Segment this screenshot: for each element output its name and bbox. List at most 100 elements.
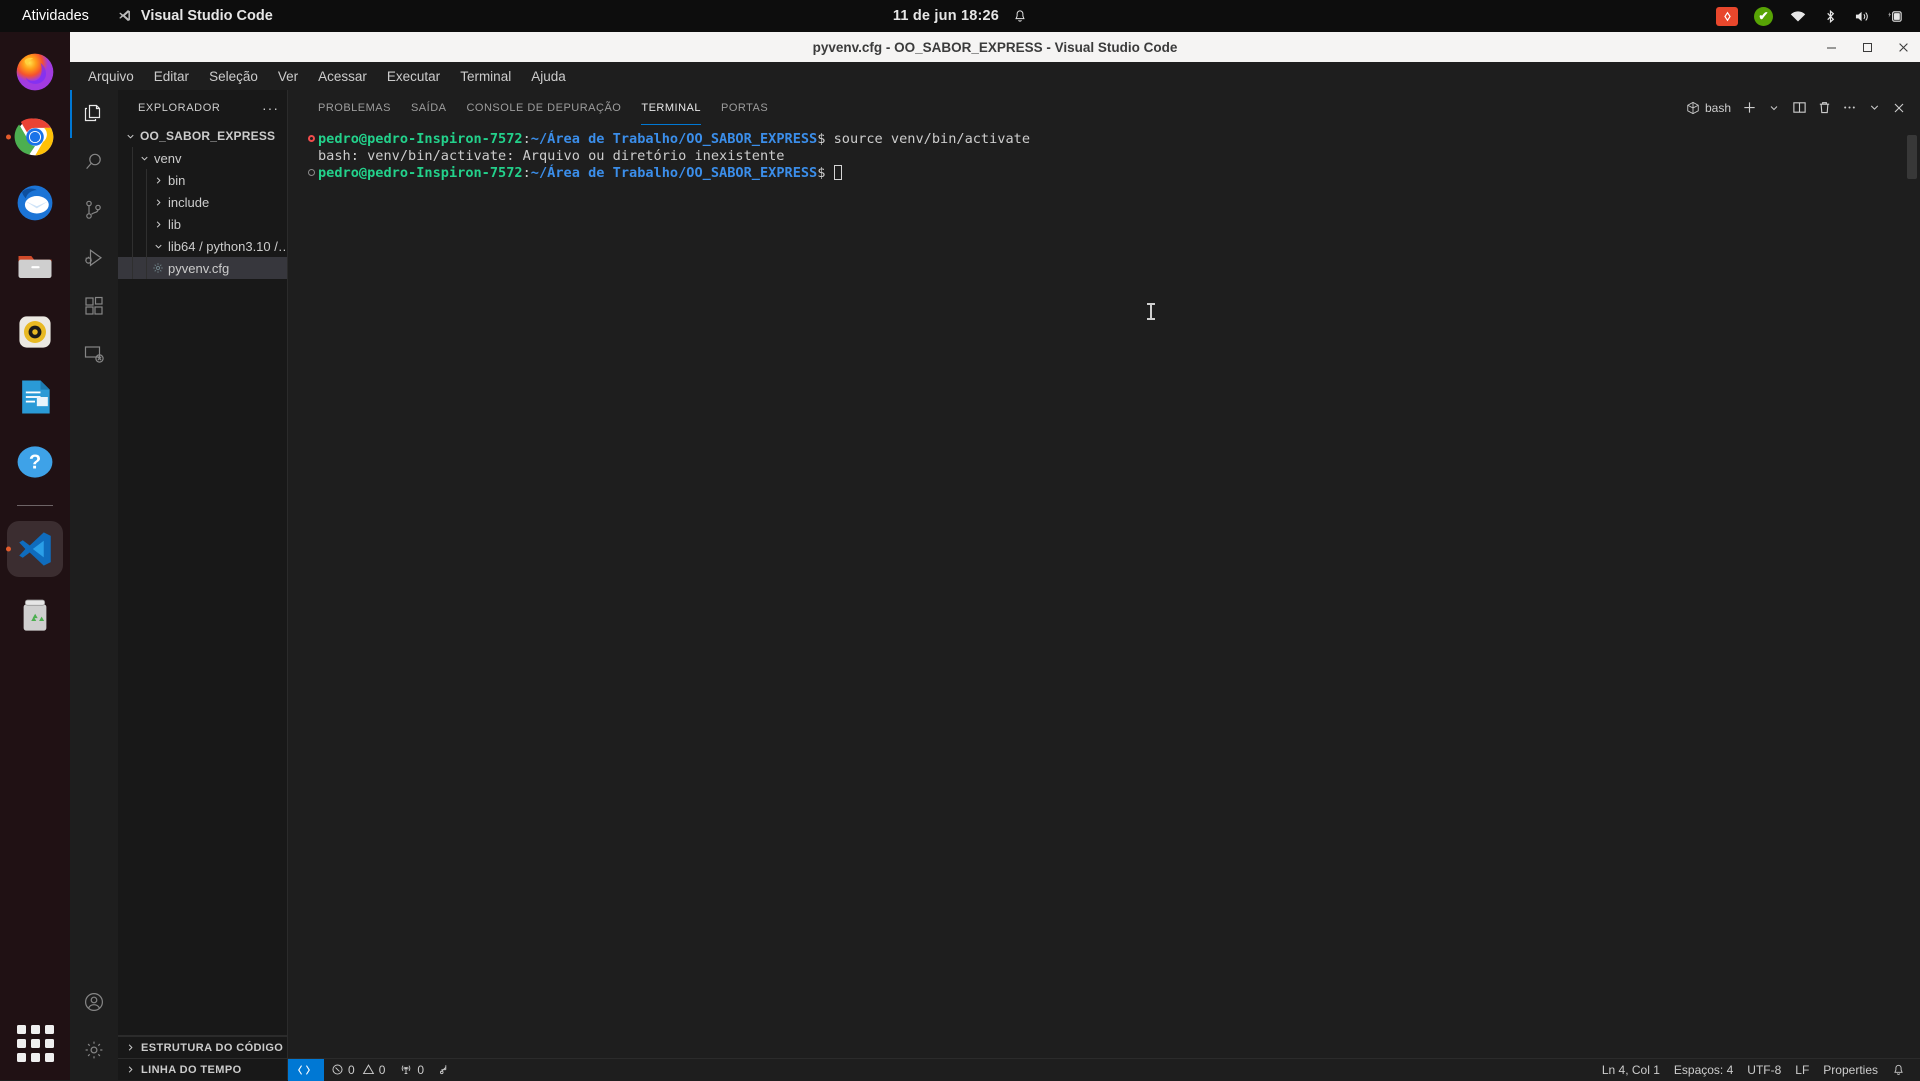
- terminal-message: bash: venv/bin/activate: Arquivo ou dire…: [318, 148, 785, 165]
- command-error-marker-icon: [304, 131, 318, 142]
- system-tray[interactable]: ✔: [1716, 0, 1904, 32]
- remote-window-indicator[interactable]: [288, 1058, 324, 1081]
- dock-separator: [17, 505, 53, 506]
- terminal-output[interactable]: pedro@pedro-Inspiron-7572:~/Área de Trab…: [288, 125, 1920, 1058]
- dock-item-chrome[interactable]: [6, 109, 63, 165]
- dock-item-help[interactable]: ?: [7, 434, 63, 490]
- terminal-line: pedro@pedro-Inspiron-7572:~/Área de Trab…: [304, 165, 1920, 182]
- section-label: LINHA DO TEMPO: [141, 1063, 242, 1076]
- menu-terminal[interactable]: Terminal: [450, 66, 521, 87]
- panel-actions[interactable]: bash: [1686, 97, 1910, 119]
- problems-status[interactable]: 0 0: [324, 1059, 392, 1081]
- volume-icon[interactable]: [1854, 9, 1871, 24]
- dock-item-trash[interactable]: [7, 586, 63, 642]
- tree-item-pyvenv-cfg[interactable]: pyvenv.cfg: [118, 257, 287, 279]
- accounts-icon[interactable]: [70, 978, 118, 1026]
- menu-arquivo[interactable]: Arquivo: [78, 66, 144, 87]
- chevron-down-icon: [152, 241, 164, 252]
- tab-portas[interactable]: PORTAS: [711, 90, 778, 125]
- indentation-status[interactable]: Espaços: 4: [1667, 1059, 1740, 1081]
- error-icon: [331, 1063, 344, 1076]
- close-panel-icon[interactable]: [1888, 97, 1910, 119]
- section-estrutura-do-codigo[interactable]: ESTRUTURA DO CÓDIGO: [118, 1036, 287, 1058]
- activity-extensions-icon[interactable]: [70, 282, 118, 330]
- tree-item-venv[interactable]: venv: [118, 147, 287, 169]
- section-linha-do-tempo[interactable]: LINHA DO TEMPO: [118, 1058, 287, 1080]
- tree-item-bin[interactable]: bin: [118, 169, 287, 191]
- file-tree[interactable]: OO_SABOR_EXPRESS venv bin include lib li…: [118, 125, 287, 1035]
- no-marker: [304, 148, 318, 152]
- ports-status[interactable]: 0: [392, 1059, 431, 1081]
- config-file-icon: [152, 262, 164, 274]
- tree-item-include[interactable]: include: [118, 191, 287, 213]
- activities-button[interactable]: Atividades: [22, 8, 89, 24]
- new-terminal-icon[interactable]: [1738, 97, 1760, 119]
- menu-ver[interactable]: Ver: [268, 66, 308, 87]
- manage-settings-icon[interactable]: [70, 1026, 118, 1074]
- menu-ajuda[interactable]: Ajuda: [521, 66, 576, 87]
- dock-item-firefox[interactable]: [7, 44, 63, 100]
- tab-terminal[interactable]: TERMINAL: [631, 90, 711, 125]
- menu-selecao[interactable]: Seleção: [199, 66, 268, 87]
- terminal-line: pedro@pedro-Inspiron-7572:~/Área de Trab…: [304, 131, 1920, 148]
- dock-item-files[interactable]: [7, 239, 63, 295]
- bluetooth-icon[interactable]: [1823, 9, 1838, 24]
- notifications-bell-icon[interactable]: [1885, 1059, 1912, 1081]
- terminal-more-icon[interactable]: [1838, 97, 1860, 119]
- terminal-scrollbar[interactable]: [1907, 135, 1917, 179]
- new-terminal-dropdown-icon[interactable]: [1763, 97, 1785, 119]
- dock-item-libreoffice-writer[interactable]: [7, 369, 63, 425]
- split-terminal-icon[interactable]: [1788, 97, 1810, 119]
- clock-area[interactable]: 11 de jun 18:26: [830, 8, 1090, 24]
- red-badge-icon[interactable]: [1716, 6, 1738, 26]
- maximize-button[interactable]: [1860, 40, 1874, 54]
- tree-item-lib64[interactable]: lib64 / python3.10 /…: [118, 235, 287, 257]
- port-forward-status[interactable]: [431, 1059, 459, 1081]
- error-count: 0: [348, 1062, 355, 1077]
- maximize-panel-icon[interactable]: [1863, 97, 1885, 119]
- terminal-sep: :: [522, 165, 531, 182]
- menu-editar[interactable]: Editar: [144, 66, 199, 87]
- minimize-button[interactable]: [1824, 40, 1838, 54]
- dock-item-thunderbird[interactable]: [7, 174, 63, 230]
- tab-saida[interactable]: SAÍDA: [401, 90, 457, 125]
- activity-run-and-debug-icon[interactable]: [70, 234, 118, 282]
- active-app-indicator[interactable]: Visual Studio Code: [117, 8, 273, 24]
- tab-console-de-depuracao[interactable]: CONSOLE DE DEPURAÇÃO: [456, 90, 631, 125]
- notification-bell-icon: [1013, 9, 1027, 24]
- encoding-status[interactable]: UTF-8: [1740, 1059, 1788, 1081]
- dock-item-rhythmbox[interactable]: [7, 304, 63, 360]
- show-applications-button[interactable]: [16, 1025, 54, 1062]
- gnome-top-bar: Atividades Visual Studio Code 11 de jun …: [0, 0, 1920, 32]
- bottom-panel: PROBLEMAS SAÍDA CONSOLE DE DEPURAÇÃO TER…: [288, 90, 1920, 1058]
- menu-bar[interactable]: Arquivo Editar Seleção Ver Acessar Execu…: [70, 62, 1920, 90]
- ubuntu-dock: ?: [0, 32, 70, 1080]
- warning-count: 0: [378, 1062, 386, 1077]
- chevron-down-icon: [124, 131, 136, 142]
- menu-acessar[interactable]: Acessar: [308, 66, 377, 87]
- green-check-icon[interactable]: ✔: [1754, 6, 1773, 26]
- activity-source-control-icon[interactable]: [70, 186, 118, 234]
- tree-item-oo-sabor-express[interactable]: OO_SABOR_EXPRESS: [118, 125, 287, 147]
- close-button[interactable]: [1896, 40, 1910, 54]
- language-mode-status[interactable]: Properties: [1816, 1059, 1885, 1081]
- dock-item-vscode[interactable]: [6, 521, 63, 577]
- svg-text:?: ?: [29, 451, 41, 473]
- tab-problemas[interactable]: PROBLEMAS: [308, 90, 401, 125]
- menu-executar[interactable]: Executar: [377, 66, 450, 87]
- activity-remote-explorer-icon[interactable]: [70, 330, 118, 378]
- explorer-more-actions-icon[interactable]: ···: [262, 100, 279, 116]
- tree-item-lib[interactable]: lib: [118, 213, 287, 235]
- clock-label: 11 de jun 18:26: [892, 8, 1000, 24]
- terminal-shell-selector[interactable]: bash: [1686, 101, 1731, 115]
- sidebar-sections: ESTRUTURA DO CÓDIGO LINHA DO TEMPO: [118, 1035, 287, 1080]
- kill-terminal-icon[interactable]: [1813, 97, 1835, 119]
- tree-item-label: bin: [168, 172, 186, 188]
- line-endings-status[interactable]: LF: [1788, 1059, 1816, 1081]
- activity-search-icon[interactable]: [70, 138, 118, 186]
- wifi-icon[interactable]: [1789, 9, 1807, 24]
- cursor-position-status[interactable]: Ln 4, Col 1: [1595, 1059, 1667, 1081]
- panel-tabs[interactable]: PROBLEMAS SAÍDA CONSOLE DE DEPURAÇÃO TER…: [288, 90, 778, 125]
- battery-icon[interactable]: [1887, 9, 1904, 24]
- activity-explorer-icon[interactable]: [70, 90, 118, 138]
